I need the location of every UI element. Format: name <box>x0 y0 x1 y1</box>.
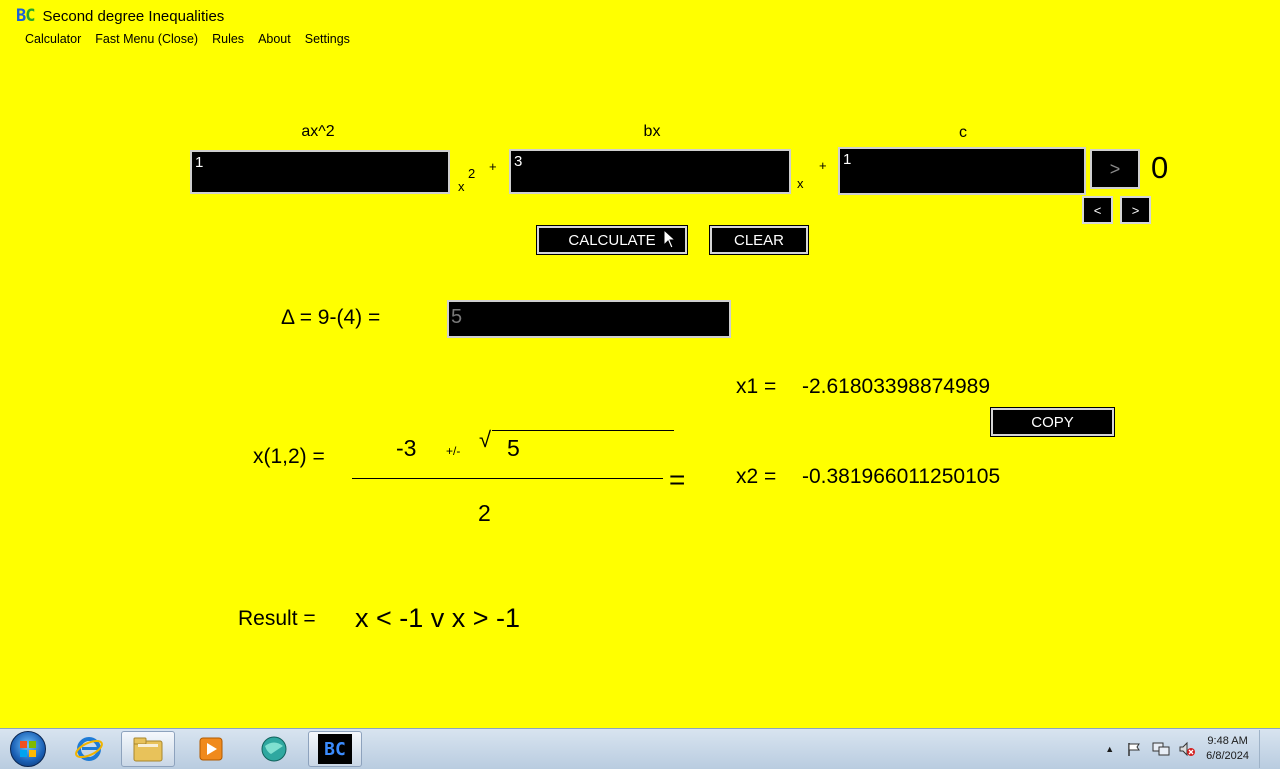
x2-label: x2 = <box>736 465 777 488</box>
taskbar-internet-explorer[interactable] <box>62 731 116 767</box>
coefficient-a-input[interactable]: 1 <box>190 150 450 194</box>
show-desktop-button[interactable] <box>1259 730 1270 768</box>
show-hidden-icons-icon[interactable]: ▲ <box>1105 744 1114 754</box>
plus-sign-1: + <box>489 159 497 174</box>
formula-label: x(1,2) = <box>253 445 325 468</box>
x1-value: -2.61803398874989 <box>802 375 991 398</box>
menu-about[interactable]: About <box>251 30 298 48</box>
coefficient-a-label: ax^2 <box>301 123 335 140</box>
clock-time: 9:48 AM <box>1207 735 1248 747</box>
taskbar-browser[interactable] <box>247 731 301 767</box>
taskbar: BC ▲ 9:48 AM 6/8/2024 <box>0 728 1280 769</box>
start-button[interactable] <box>6 731 50 767</box>
inequality-sign-button[interactable]: > <box>1090 149 1140 189</box>
menu-settings[interactable]: Settings <box>298 30 357 48</box>
x1-label: x1 = <box>736 375 777 398</box>
taskbar-bc-app[interactable]: BC <box>308 731 362 767</box>
coefficient-c-label: c <box>959 124 967 141</box>
internet-explorer-icon <box>75 737 103 761</box>
mouse-cursor-icon <box>663 229 677 249</box>
menu-bar: Calculator Fast Menu (Close) Rules About… <box>18 30 357 48</box>
clock[interactable]: 9:48 AM 6/8/2024 <box>1206 734 1249 764</box>
result-label: Result = <box>238 607 316 630</box>
result-value: x < -1 v x > -1 <box>355 603 521 633</box>
folder-icon <box>133 737 163 762</box>
volume-muted-icon[interactable] <box>1178 741 1196 757</box>
x-squared-exponent: 2 <box>468 166 476 181</box>
media-player-icon <box>199 737 223 761</box>
system-tray: ▲ 9:48 AM 6/8/2024 <box>1105 729 1270 769</box>
formula-sqrt-value: 5 <box>507 435 520 461</box>
taskbar-media-player[interactable] <box>184 731 238 767</box>
sqrt-overline <box>492 430 674 431</box>
app-logo-icon: BC <box>16 6 36 26</box>
formula-neg-b: -3 <box>396 435 417 461</box>
sqrt-icon: √ <box>479 427 492 452</box>
x-squared-x: x <box>458 179 465 194</box>
globe-icon <box>261 736 287 762</box>
formula-plus-minus: +/- <box>446 444 461 458</box>
x2-value: -0.381966011250105 <box>802 465 1001 488</box>
inequality-rhs: 0 <box>1151 150 1169 185</box>
delta-label: Δ = 9-(4) = <box>281 306 381 329</box>
action-center-flag-icon[interactable] <box>1126 741 1142 757</box>
title-bar: BC Second degree Inequalities <box>16 5 224 27</box>
formula-denominator: 2 <box>478 500 491 526</box>
window-title: Second degree Inequalities <box>42 7 225 25</box>
menu-rules[interactable]: Rules <box>205 30 251 48</box>
copy-button[interactable]: COPY <box>990 407 1115 437</box>
windows-logo-icon <box>10 731 46 767</box>
menu-calculator[interactable]: Calculator <box>18 30 88 48</box>
network-icon[interactable] <box>1152 741 1170 757</box>
coefficient-b-input[interactable]: 3 <box>509 149 791 194</box>
formula-equals: = <box>669 464 686 495</box>
coefficient-b-label: bx <box>643 123 661 140</box>
clear-button[interactable]: CLEAR <box>709 225 809 255</box>
fraction-line <box>352 478 663 479</box>
bc-app-icon: BC <box>318 734 352 764</box>
taskbar-file-explorer[interactable] <box>121 731 175 767</box>
menu-fast-menu[interactable]: Fast Menu (Close) <box>88 30 205 48</box>
coefficient-c-input[interactable]: 1 <box>838 147 1086 195</box>
x-symbol: x <box>797 176 804 191</box>
clock-date: 6/8/2024 <box>1206 750 1249 762</box>
plus-sign-2: + <box>819 158 827 173</box>
previous-sign-button[interactable]: < <box>1082 196 1113 224</box>
next-sign-button[interactable]: > <box>1120 196 1151 224</box>
delta-value-field[interactable]: 5 <box>447 300 731 338</box>
